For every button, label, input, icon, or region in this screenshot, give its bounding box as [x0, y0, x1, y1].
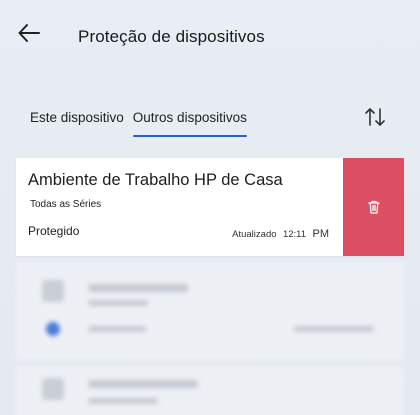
updated-time: 12:11 — [282, 229, 307, 240]
sort-button[interactable] — [362, 104, 390, 130]
blurred-list-item — [16, 262, 404, 360]
tab-bar: Este dispositivo Outros dispositivos — [30, 110, 247, 137]
blurred-text — [88, 300, 148, 306]
blurred-device-icon — [42, 280, 64, 302]
blurred-device-list — [16, 262, 404, 415]
arrow-left-icon — [18, 24, 40, 42]
updated-label: Atualizado — [232, 229, 277, 240]
tab-this-device[interactable]: Este dispositivo — [30, 110, 124, 133]
blurred-text — [88, 326, 146, 332]
device-name: Ambiente de Trabalho HP de Casa — [28, 171, 283, 189]
blurred-text — [88, 398, 158, 404]
blurred-text — [294, 326, 374, 332]
updated-ampm: PM — [312, 228, 330, 240]
page-title: Proteção de dispositivos — [78, 27, 265, 46]
device-card[interactable]: Ambiente de Trabalho HP de Casa Todas as… — [16, 158, 404, 256]
device-card-body[interactable]: Ambiente de Trabalho HP de Casa Todas as… — [16, 158, 343, 256]
device-subtitle: Todas as Séries — [30, 199, 102, 210]
device-updated: Atualizado 12:11 PM — [232, 224, 329, 242]
blurred-text — [88, 284, 188, 292]
app-screen: Proteção de dispositivos Este dispositiv… — [0, 0, 420, 415]
back-button[interactable] — [16, 20, 46, 46]
tab-other-devices[interactable]: Outros dispositivos — [132, 110, 247, 137]
sort-arrows-icon — [365, 108, 385, 126]
blurred-status-dot — [46, 322, 60, 336]
blurred-device-icon — [42, 378, 64, 400]
device-status: Protegido — [28, 224, 80, 238]
delete-button[interactable] — [343, 158, 404, 256]
trash-icon — [367, 200, 380, 214]
blurred-list-item — [16, 366, 404, 415]
blurred-text — [88, 380, 198, 388]
